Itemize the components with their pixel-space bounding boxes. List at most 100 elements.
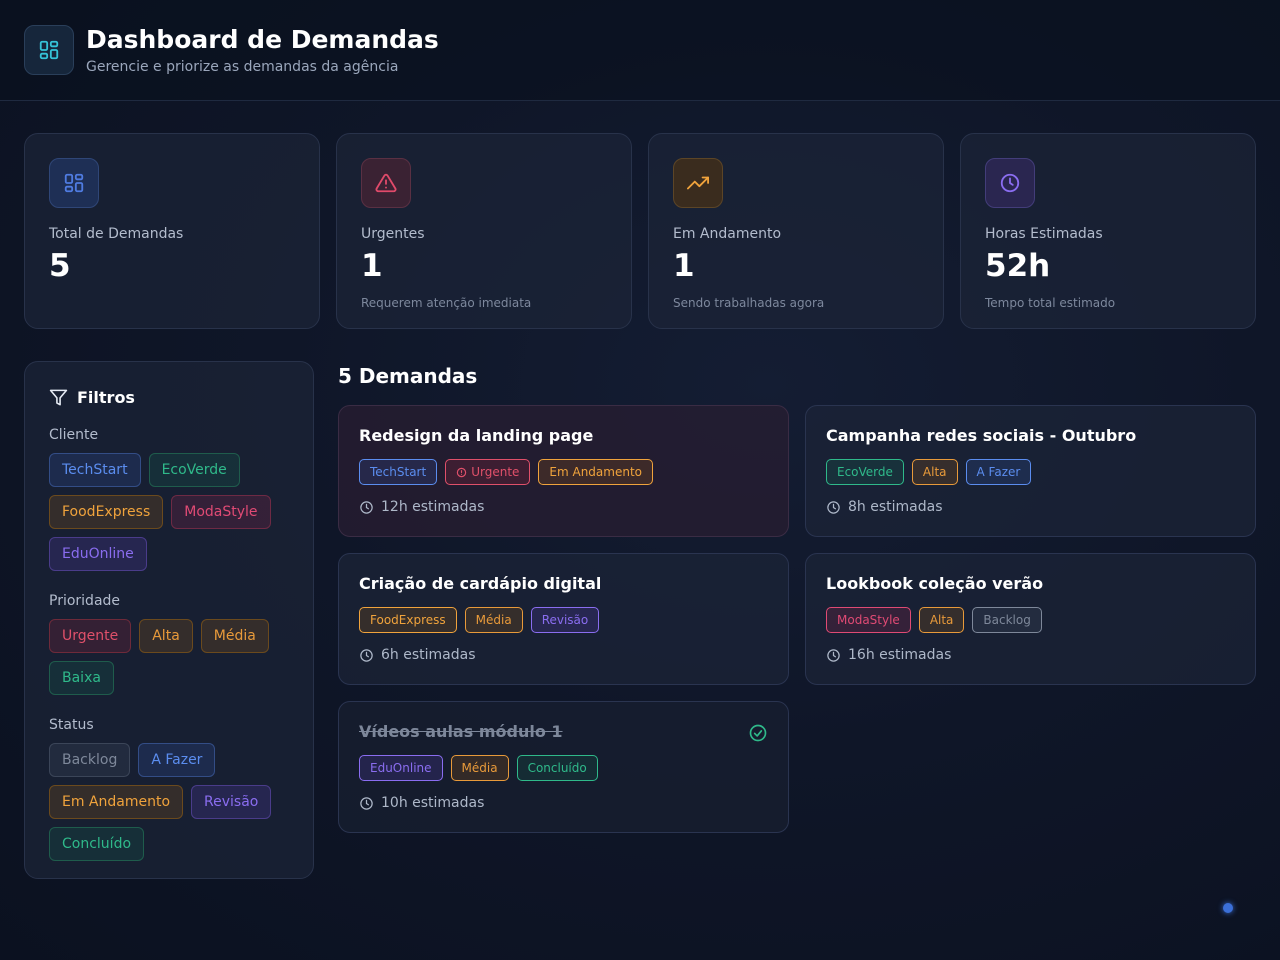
demands-count-title: 5 Demandas	[338, 364, 478, 388]
demand-card[interactable]: Campanha redes sociais - Outubro EcoVerd…	[805, 405, 1256, 537]
clock-icon	[360, 796, 373, 810]
demand-tags: TechStart Urgente Em Andamento	[359, 459, 768, 485]
demand-hours: 8h estimadas	[826, 499, 1235, 515]
stat-value: 5	[49, 248, 71, 284]
demand-tags: EduOnline Média Concluído	[359, 755, 768, 781]
stat-note: Tempo total estimado	[985, 296, 1116, 310]
stat-card-total: Total de Demandas 5	[24, 133, 320, 329]
demand-hours: 6h estimadas	[359, 647, 768, 663]
app-logo	[24, 25, 74, 75]
filters-panel: Filtros Cliente TechStart EcoVerde FoodE…	[24, 361, 314, 879]
dashboard-grid-icon	[39, 40, 59, 60]
app-header: Dashboard de Demandas Gerencie e prioriz…	[0, 0, 1280, 101]
demand-hours-label: 16h estimadas	[848, 647, 952, 663]
demand-hours-label: 10h estimadas	[381, 795, 485, 811]
filter-chip-foodexpress[interactable]: FoodExpress	[49, 495, 164, 529]
stat-label: Total de Demandas	[49, 226, 184, 242]
stat-card-in-progress: Em Andamento 1 Sendo trabalhadas agora	[648, 133, 944, 329]
client-filter-group: TechStart EcoVerde FoodExpress ModaStyle…	[49, 453, 289, 571]
filter-chip-revisao[interactable]: Revisão	[191, 785, 272, 819]
filter-chip-eduonline[interactable]: EduOnline	[49, 537, 147, 571]
demand-hours-label: 6h estimadas	[381, 647, 476, 663]
client-tag: EcoVerde	[826, 459, 904, 485]
stat-value: 52h	[985, 248, 1051, 284]
client-tag: EduOnline	[359, 755, 443, 781]
filter-icon	[49, 389, 68, 406]
filter-chip-techstart[interactable]: TechStart	[49, 453, 141, 487]
demand-card[interactable]: Vídeos aulas módulo 1 EduOnline Média Co…	[338, 701, 789, 833]
client-filter-label: Cliente	[49, 427, 99, 443]
filter-chip-concluido[interactable]: Concluído	[49, 827, 145, 861]
demand-hours: 16h estimadas	[826, 647, 1235, 663]
demand-hours-label: 12h estimadas	[381, 499, 485, 515]
stat-card-urgent: Urgentes 1 Requerem atenção imediata	[336, 133, 632, 329]
demand-card[interactable]: Lookbook coleção verão ModaStyle Alta Ba…	[805, 553, 1256, 685]
demand-tags: ModaStyle Alta Backlog	[826, 607, 1235, 633]
filter-chip-alta[interactable]: Alta	[139, 619, 193, 653]
priority-tag-label: Urgente	[471, 465, 520, 479]
priority-tag: Média	[464, 607, 523, 633]
demand-hours: 12h estimadas	[359, 499, 768, 515]
filter-chip-urgente[interactable]: Urgente	[49, 619, 132, 653]
stat-label: Em Andamento	[673, 226, 782, 242]
demand-hours-label: 8h estimadas	[848, 499, 943, 515]
demand-title: Vídeos aulas módulo 1	[359, 722, 563, 741]
clock-icon	[360, 500, 373, 514]
filter-chip-baixa[interactable]: Baixa	[49, 661, 114, 695]
stat-icon-box	[49, 158, 99, 208]
status-filter-label: Status	[49, 717, 94, 733]
priority-tag: Alta	[918, 607, 965, 633]
filter-chip-media[interactable]: Média	[200, 619, 269, 653]
client-tag: FoodExpress	[359, 607, 457, 633]
demand-title: Campanha redes sociais - Outubro	[826, 426, 1137, 445]
demand-title: Redesign da landing page	[359, 426, 594, 445]
clock-icon	[827, 500, 840, 514]
stat-icon-box	[673, 158, 723, 208]
stat-icon-box	[361, 158, 411, 208]
alert-circle-icon	[457, 467, 467, 477]
demand-tags: FoodExpress Média Revisão	[359, 607, 768, 633]
filter-chip-modastyle[interactable]: ModaStyle	[171, 495, 271, 529]
stat-label: Urgentes	[361, 226, 425, 242]
check-circle-icon	[749, 724, 767, 742]
status-tag: Concluído	[516, 755, 598, 781]
page-title: Dashboard de Demandas	[86, 25, 439, 54]
page-subtitle: Gerencie e priorize as demandas da agênc…	[86, 59, 399, 75]
priority-filter-label: Prioridade	[49, 593, 121, 609]
priority-tag: Média	[450, 755, 509, 781]
stat-icon-box	[985, 158, 1035, 208]
priority-tag: Alta	[911, 459, 958, 485]
stat-card-hours: Horas Estimadas 52h Tempo total estimado	[960, 133, 1256, 329]
demand-tags: EcoVerde Alta A Fazer	[826, 459, 1235, 485]
clock-icon	[1000, 173, 1020, 193]
demand-hours: 10h estimadas	[359, 795, 768, 811]
dashboard-grid-icon	[64, 173, 84, 193]
stat-value: 1	[361, 248, 383, 284]
alert-triangle-icon	[375, 173, 397, 193]
demand-card[interactable]: Redesign da landing page TechStart Urgen…	[338, 405, 789, 537]
filters-title: Filtros	[77, 388, 135, 407]
stat-value: 1	[673, 248, 695, 284]
floating-indicator-dot[interactable]	[1223, 903, 1233, 913]
stats-row: Total de Demandas 5 Urgentes 1 Requerem …	[24, 133, 1256, 329]
status-tag: Revisão	[530, 607, 600, 633]
clock-icon	[827, 648, 840, 662]
priority-tag: Urgente	[445, 459, 531, 485]
priority-filter-group: Urgente Alta Média Baixa	[49, 619, 289, 695]
clock-icon	[360, 648, 373, 662]
status-tag: Backlog	[972, 607, 1042, 633]
client-tag: TechStart	[359, 459, 438, 485]
client-tag: ModaStyle	[826, 607, 911, 633]
demand-title: Lookbook coleção verão	[826, 574, 1044, 593]
stat-note: Sendo trabalhadas agora	[673, 296, 825, 310]
demand-card[interactable]: Criação de cardápio digital FoodExpress …	[338, 553, 789, 685]
filter-chip-backlog[interactable]: Backlog	[49, 743, 131, 777]
stat-label: Horas Estimadas	[985, 226, 1103, 242]
filter-chip-a-fazer[interactable]: A Fazer	[138, 743, 216, 777]
filter-chip-ecoverde[interactable]: EcoVerde	[148, 453, 240, 487]
status-tag: A Fazer	[965, 459, 1032, 485]
filter-chip-em-andamento[interactable]: Em Andamento	[49, 785, 184, 819]
trending-up-icon	[687, 176, 709, 190]
stat-note: Requerem atenção imediata	[361, 296, 532, 310]
demand-title: Criação de cardápio digital	[359, 574, 602, 593]
